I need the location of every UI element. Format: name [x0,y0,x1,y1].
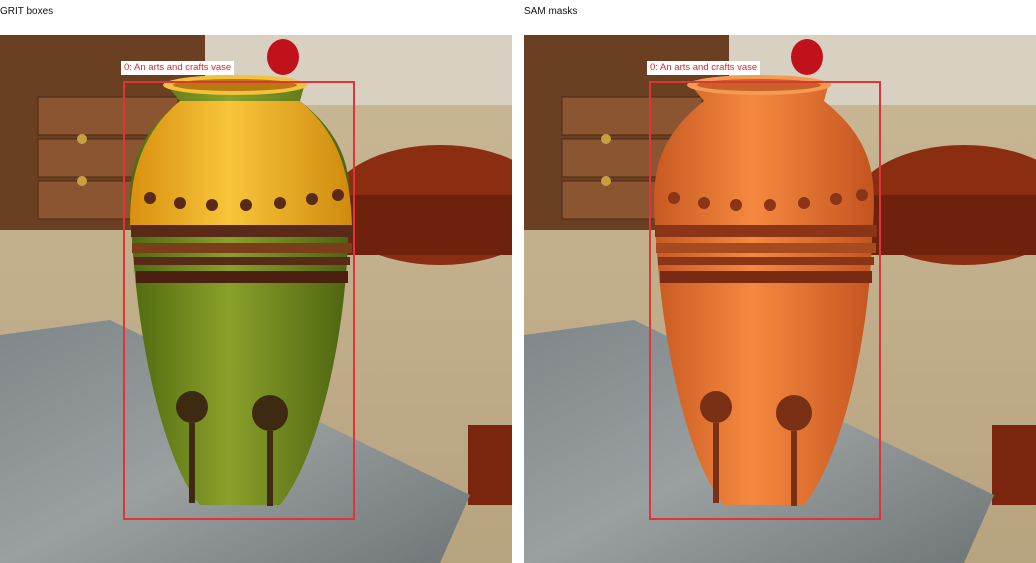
grit-boxes-panel: GRIT boxes 0: An arts and crafts vase [0,0,512,563]
detection-label: 0: An arts and crafts vase [647,61,761,75]
detection-label: 0: An arts and crafts vase [121,61,235,75]
panel-title-sam: SAM masks [524,6,578,17]
panel-title-grit: GRIT boxes [0,6,54,17]
detection-bounding-box [649,81,881,520]
sam-masks-panel: SAM masks 0: An arts and crafts vase [524,0,1036,563]
detection-bounding-box [123,81,355,520]
